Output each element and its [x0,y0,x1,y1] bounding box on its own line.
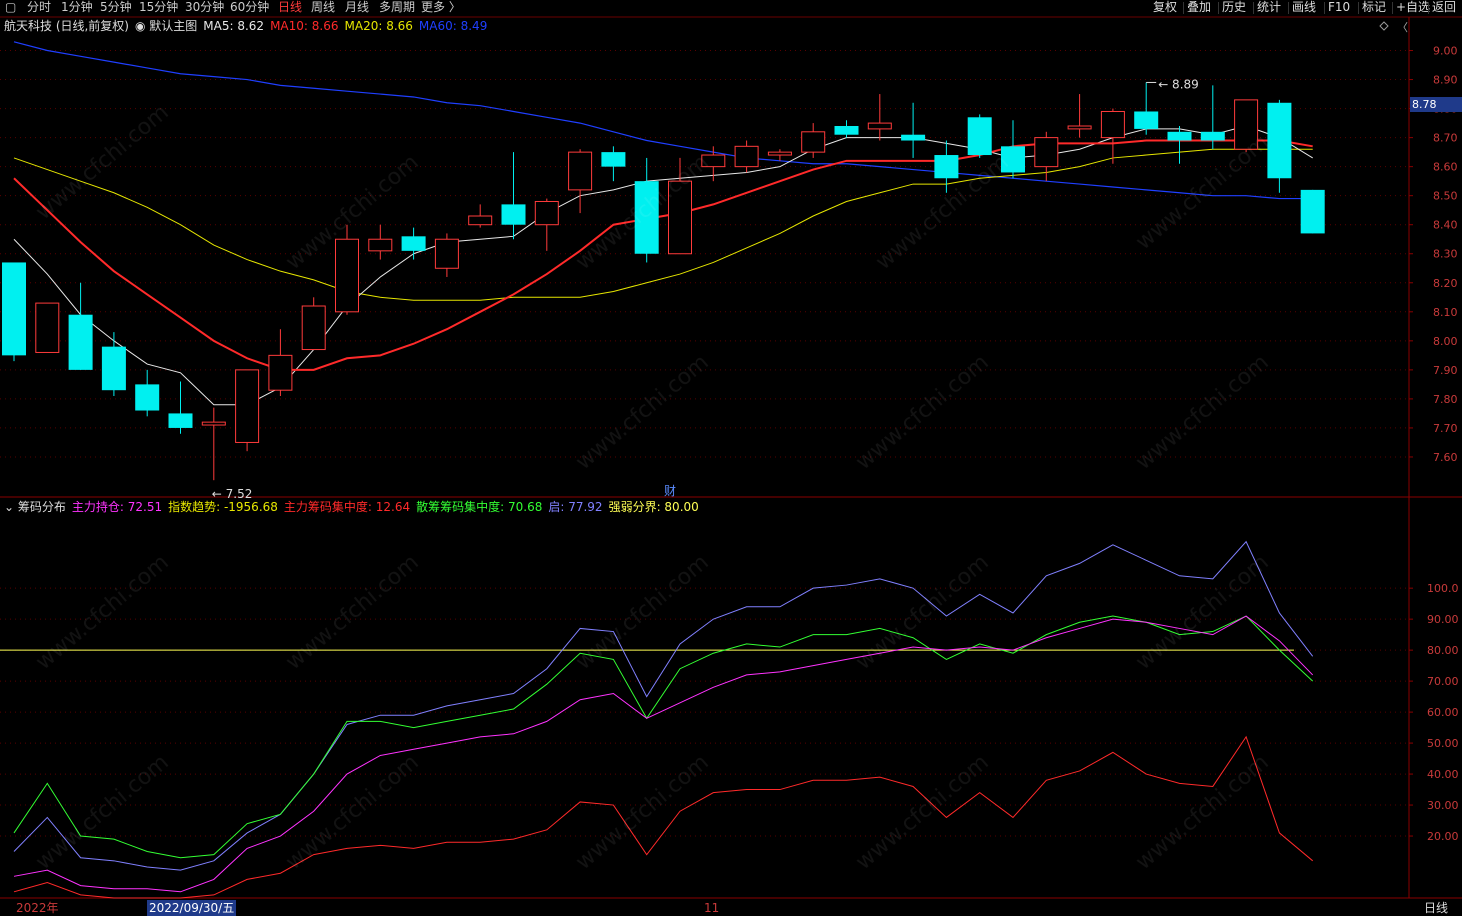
candle-body [35,302,60,353]
candle-body [2,262,26,356]
sub-axis-label: 30.00 [1427,799,1459,812]
price-axis-label: 8.90 [1433,74,1458,87]
series-line-0 [13,540,1314,871]
sub-axis-label: 60.00 [1427,706,1459,719]
candle-body [268,354,293,391]
price-axis-label: 8.50 [1433,190,1458,203]
candle-body [335,238,359,313]
candle-body [201,421,226,426]
price-axis-label: 8.00 [1433,335,1458,348]
candle-body [568,151,593,191]
chevron-icon: 〈 [1397,21,1408,34]
series-line-1 [13,615,1314,859]
sub-axis-label: 90.00 [1427,613,1459,626]
candle-body [1100,110,1125,139]
sub-axis-label: 80.00 [1427,644,1459,657]
price-axis-label: 8.60 [1433,161,1458,174]
price-axis-label: 8.70 [1433,132,1458,145]
price-axis-label: 8.10 [1433,306,1458,319]
candle-body [767,151,792,156]
candle-body [634,181,659,254]
series-line-2 [13,615,1314,893]
high-price-label: ← 8.89 [1158,77,1199,91]
ma10-line [13,139,1313,371]
candle-body [901,134,926,141]
cursor-date-label: 2022/09/30/五 [147,900,237,916]
candle-body [1167,131,1192,141]
sub-axis-label: 70.00 [1427,675,1459,688]
event-marker: 财 [664,484,676,498]
candle-body [68,314,93,370]
candle-body [1300,189,1325,234]
candle-body [401,236,426,251]
sub-axis-label: 40.00 [1427,768,1459,781]
candle-body [168,413,193,428]
period-label[interactable]: 日线 [1424,900,1448,916]
candle-body [1067,125,1092,130]
time-axis-bar: 2022年 2022/09/30/五 11 日线 [0,900,1462,916]
series-line-3 [13,735,1314,899]
candle-body [701,154,726,168]
candle-body [1134,111,1159,129]
diamond-icon [1379,21,1389,31]
candle-body [1034,137,1059,168]
candle-body [534,200,559,226]
sub-axis-label: 100.0 [1427,582,1459,595]
candle-body [235,369,260,443]
candle-body [934,155,959,179]
candle-body [1267,102,1292,179]
price-axis-label: 8.40 [1433,219,1458,232]
price-axis-label: 7.60 [1433,451,1458,464]
price-axis-label: 9.00 [1433,45,1458,58]
candle-body [601,152,626,167]
candle-body [867,122,892,130]
candle-body [301,305,326,351]
candle-body [1001,146,1025,173]
candle-body [501,204,526,225]
low-price-label: ← 7.52 [212,487,253,501]
candle-body [834,126,859,135]
candle-body [1200,131,1225,141]
candle-body [434,238,459,269]
price-axis-label: 8.20 [1433,277,1458,290]
candle-body [967,117,992,156]
candle-body [1234,99,1259,150]
chart-canvas[interactable]: 9.008.908.808.708.608.508.408.308.208.10… [0,0,1462,916]
ma5-line [13,125,1313,406]
ma20-line [13,148,1313,301]
candle-body [468,215,493,226]
price-axis-label: 8.30 [1433,248,1458,261]
candle-body [668,180,692,255]
month-label: 11 [704,901,720,915]
candle-body [801,131,826,153]
candle-body [101,346,126,391]
candle-body [734,145,759,168]
price-axis-label: 7.70 [1433,422,1458,435]
year-label: 2022年 [16,901,59,915]
candle-body [135,384,160,411]
price-axis-label: 7.80 [1433,393,1458,406]
sub-axis-label: 20.00 [1427,830,1459,843]
sub-axis-label: 50.00 [1427,737,1459,750]
candle-body [368,238,393,252]
price-axis-label: 7.90 [1433,364,1458,377]
current-price-tag: 8.78 [1410,97,1462,112]
